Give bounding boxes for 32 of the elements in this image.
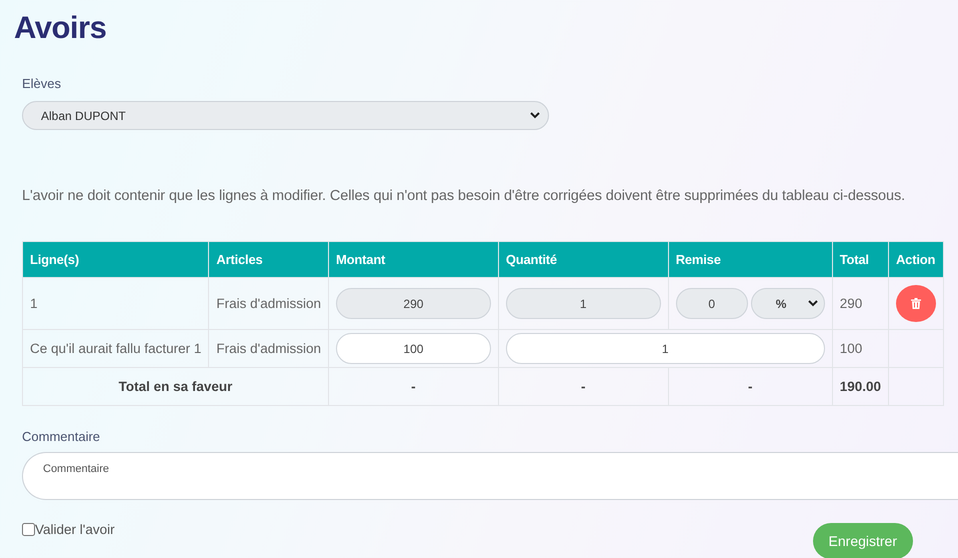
column-header: Quantité	[498, 242, 668, 278]
table-cell: 100	[832, 330, 888, 368]
chevron-icon	[808, 300, 818, 307]
table-cell: -	[328, 368, 498, 406]
summary-label: Total en sa faveur	[22, 368, 329, 406]
field-label: Elèves	[22, 76, 62, 91]
trash-icon	[910, 298, 921, 309]
input-field[interactable]: 1	[506, 333, 825, 364]
field-label: Commentaire	[22, 429, 102, 444]
column-header: Articles	[208, 242, 329, 278]
table-cell: 1	[22, 278, 209, 330]
table-cell: 290	[832, 278, 888, 330]
table-cell: -	[668, 368, 832, 406]
student-select[interactable]: Alban DUPONT	[22, 101, 549, 130]
chevron-icon	[530, 112, 540, 119]
column-header: Ligne(s)	[22, 242, 209, 278]
table-cell: Frais d'admission	[208, 330, 329, 368]
table-cell: -	[498, 368, 668, 406]
column-header: Remise	[668, 242, 832, 278]
input-field[interactable]: 100	[336, 333, 491, 364]
column-header: Montant	[328, 242, 498, 278]
comment-field[interactable]: Commentaire	[22, 452, 958, 500]
column-header: Total	[832, 242, 888, 278]
delete-button[interactable]	[896, 285, 936, 322]
notice-text: L'avoir ne doit contenir que les lignes à modifier. Celles qui n'ont pas besoin d'être corrigées doivent être supprimées du tableau ci-dessous.	[22, 188, 906, 204]
page-title: Avoirs	[13, 9, 108, 46]
table-cell: Frais d'admission	[208, 278, 329, 330]
table-cell: Ce qu'il aurait fallu facturer 1	[22, 330, 209, 368]
validate-checkbox[interactable]	[22, 523, 35, 536]
column-header: Action	[888, 242, 944, 278]
checkbox-label: Valider l'avoir	[35, 522, 115, 537]
total-cell: 190.00	[832, 368, 888, 406]
